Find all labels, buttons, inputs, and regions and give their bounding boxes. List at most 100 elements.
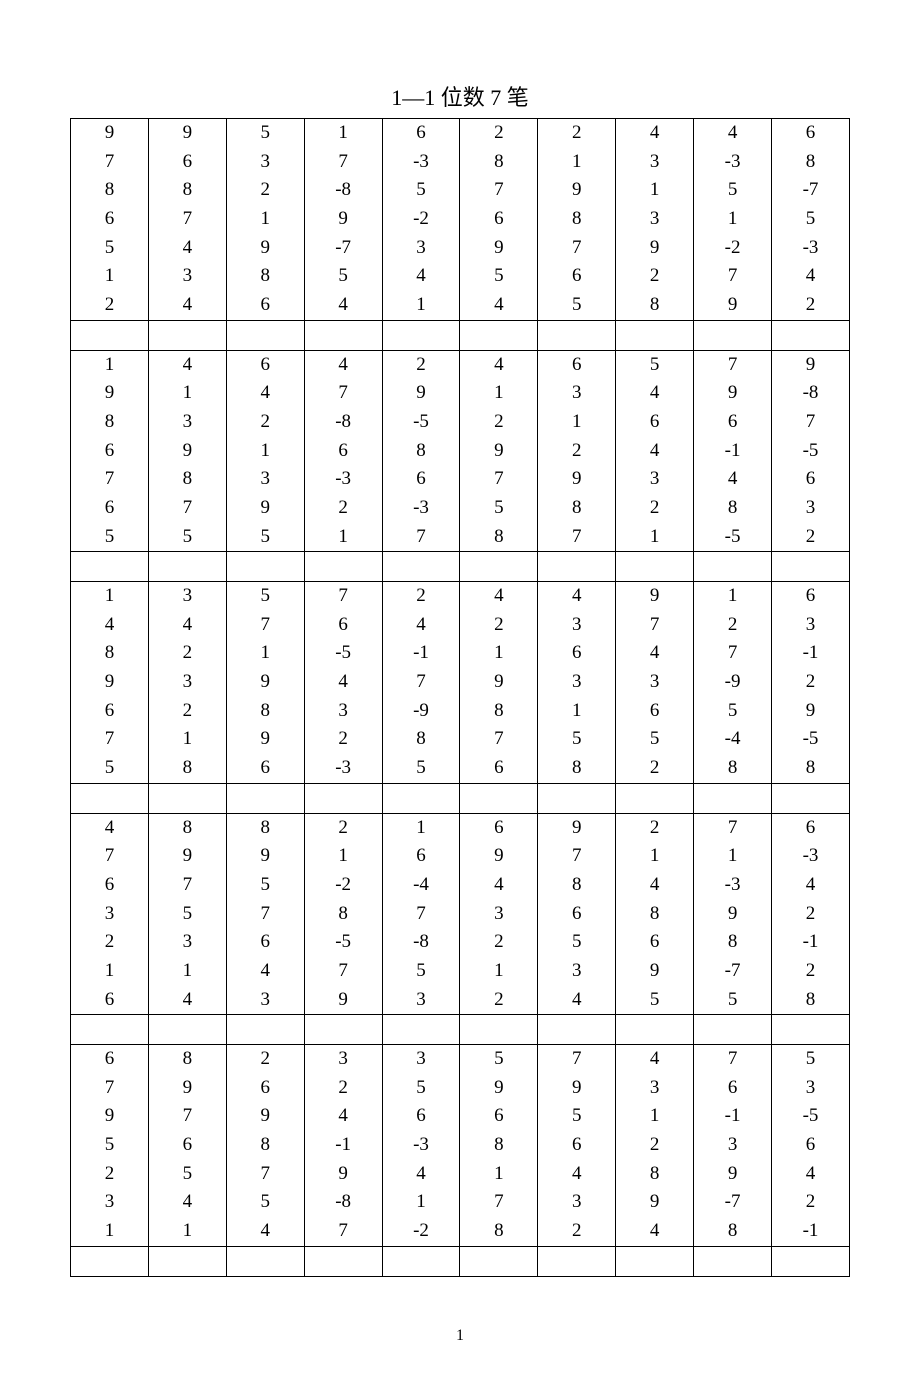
table-cell: 6	[616, 697, 694, 726]
table-cell: 8	[694, 754, 772, 783]
table-cell: 2	[772, 291, 850, 320]
table-cell: 7	[772, 408, 850, 437]
table-cell: 7	[148, 871, 226, 900]
table-cell: 6	[382, 465, 460, 494]
spacer-cell	[538, 552, 616, 582]
table-cell: 3	[148, 408, 226, 437]
spacer-cell	[148, 1246, 226, 1276]
table-cell: 3	[71, 900, 149, 929]
table-cell: 2	[304, 494, 382, 523]
table-cell: 1	[382, 291, 460, 320]
table-cell: 9	[460, 668, 538, 697]
table-cell: 4	[304, 291, 382, 320]
table-cell: 2	[460, 611, 538, 640]
table-cell: 5	[382, 957, 460, 986]
page-number: 1	[70, 1327, 850, 1345]
spacer-cell	[538, 1015, 616, 1045]
table-cell: 9	[616, 957, 694, 986]
spacer-cell	[226, 320, 304, 350]
table-cell: 9	[304, 1160, 382, 1189]
table-cell: 2	[616, 813, 694, 842]
table-cell: -3	[772, 234, 850, 263]
table-cell: 5	[226, 582, 304, 611]
table-cell: 7	[71, 725, 149, 754]
table-cell: 4	[616, 639, 694, 668]
table-cell: 7	[382, 668, 460, 697]
table-cell: 4	[226, 1217, 304, 1246]
spacer-cell	[616, 552, 694, 582]
table-cell: 4	[304, 668, 382, 697]
table-cell: 9	[304, 205, 382, 234]
table-cell: 1	[304, 842, 382, 871]
table-cell: 4	[538, 582, 616, 611]
table-cell: 4	[304, 1102, 382, 1131]
table-cell: 9	[226, 494, 304, 523]
spacer-cell	[772, 783, 850, 813]
table-cell: 1	[304, 119, 382, 148]
table-cell: 2	[616, 754, 694, 783]
table-cell: -5	[772, 725, 850, 754]
table-cell: 3	[382, 1045, 460, 1074]
table-cell: 9	[226, 234, 304, 263]
table-cell: 5	[71, 523, 149, 552]
table-cell: 9	[304, 986, 382, 1015]
table-cell: 5	[148, 523, 226, 552]
table-cell: 7	[382, 523, 460, 552]
table-cell: 1	[538, 408, 616, 437]
table-cell: 8	[71, 639, 149, 668]
table-cell: -1	[694, 1102, 772, 1131]
table-cell: 7	[460, 725, 538, 754]
table-cell: 6	[772, 813, 850, 842]
table-cell: -5	[772, 1102, 850, 1131]
table-cell: 5	[694, 986, 772, 1015]
table-cell: 1	[460, 1160, 538, 1189]
table-cell: 2	[148, 697, 226, 726]
table-cell: 7	[71, 148, 149, 177]
table-cell: 2	[226, 408, 304, 437]
table-cell: 2	[226, 1045, 304, 1074]
table-cell: 6	[226, 754, 304, 783]
table-cell: 3	[304, 697, 382, 726]
table-cell: 9	[538, 813, 616, 842]
table-cell: 8	[538, 205, 616, 234]
spacer-cell	[772, 1015, 850, 1045]
spacer-cell	[460, 320, 538, 350]
table-cell: 8	[148, 465, 226, 494]
table-cell: 5	[616, 725, 694, 754]
table-cell: 3	[304, 1045, 382, 1074]
table-cell: 5	[382, 754, 460, 783]
table-cell: 7	[71, 1074, 149, 1103]
table-cell: 6	[382, 1102, 460, 1131]
table-cell: 3	[71, 1188, 149, 1217]
table-cell: 6	[772, 119, 850, 148]
table-cell: 6	[382, 842, 460, 871]
table-cell: 2	[616, 1131, 694, 1160]
table-cell: 7	[694, 262, 772, 291]
table-cell: 9	[772, 350, 850, 379]
table-cell: 1	[382, 813, 460, 842]
table-cell: 4	[382, 611, 460, 640]
table-cell: 9	[616, 582, 694, 611]
table-cell: 3	[148, 928, 226, 957]
table-cell: 9	[71, 379, 149, 408]
table-cell: 1	[226, 639, 304, 668]
table-cell: 9	[538, 1074, 616, 1103]
table-cell: 6	[304, 437, 382, 466]
table-cell: 2	[382, 582, 460, 611]
table-cell: 2	[538, 437, 616, 466]
table-cell: 7	[694, 1045, 772, 1074]
table-cell: 6	[694, 408, 772, 437]
table-cell: 9	[694, 379, 772, 408]
spacer-cell	[460, 783, 538, 813]
table-cell: 6	[71, 437, 149, 466]
table-cell: 4	[694, 465, 772, 494]
table-cell: 8	[226, 262, 304, 291]
table-cell: 1	[71, 1217, 149, 1246]
table-cell: 3	[148, 582, 226, 611]
table-cell: 9	[460, 842, 538, 871]
table-cell: 6	[616, 408, 694, 437]
table-cell: 2	[304, 813, 382, 842]
table-cell: 6	[538, 262, 616, 291]
table-cell: 9	[148, 1074, 226, 1103]
table-cell: 9	[772, 697, 850, 726]
